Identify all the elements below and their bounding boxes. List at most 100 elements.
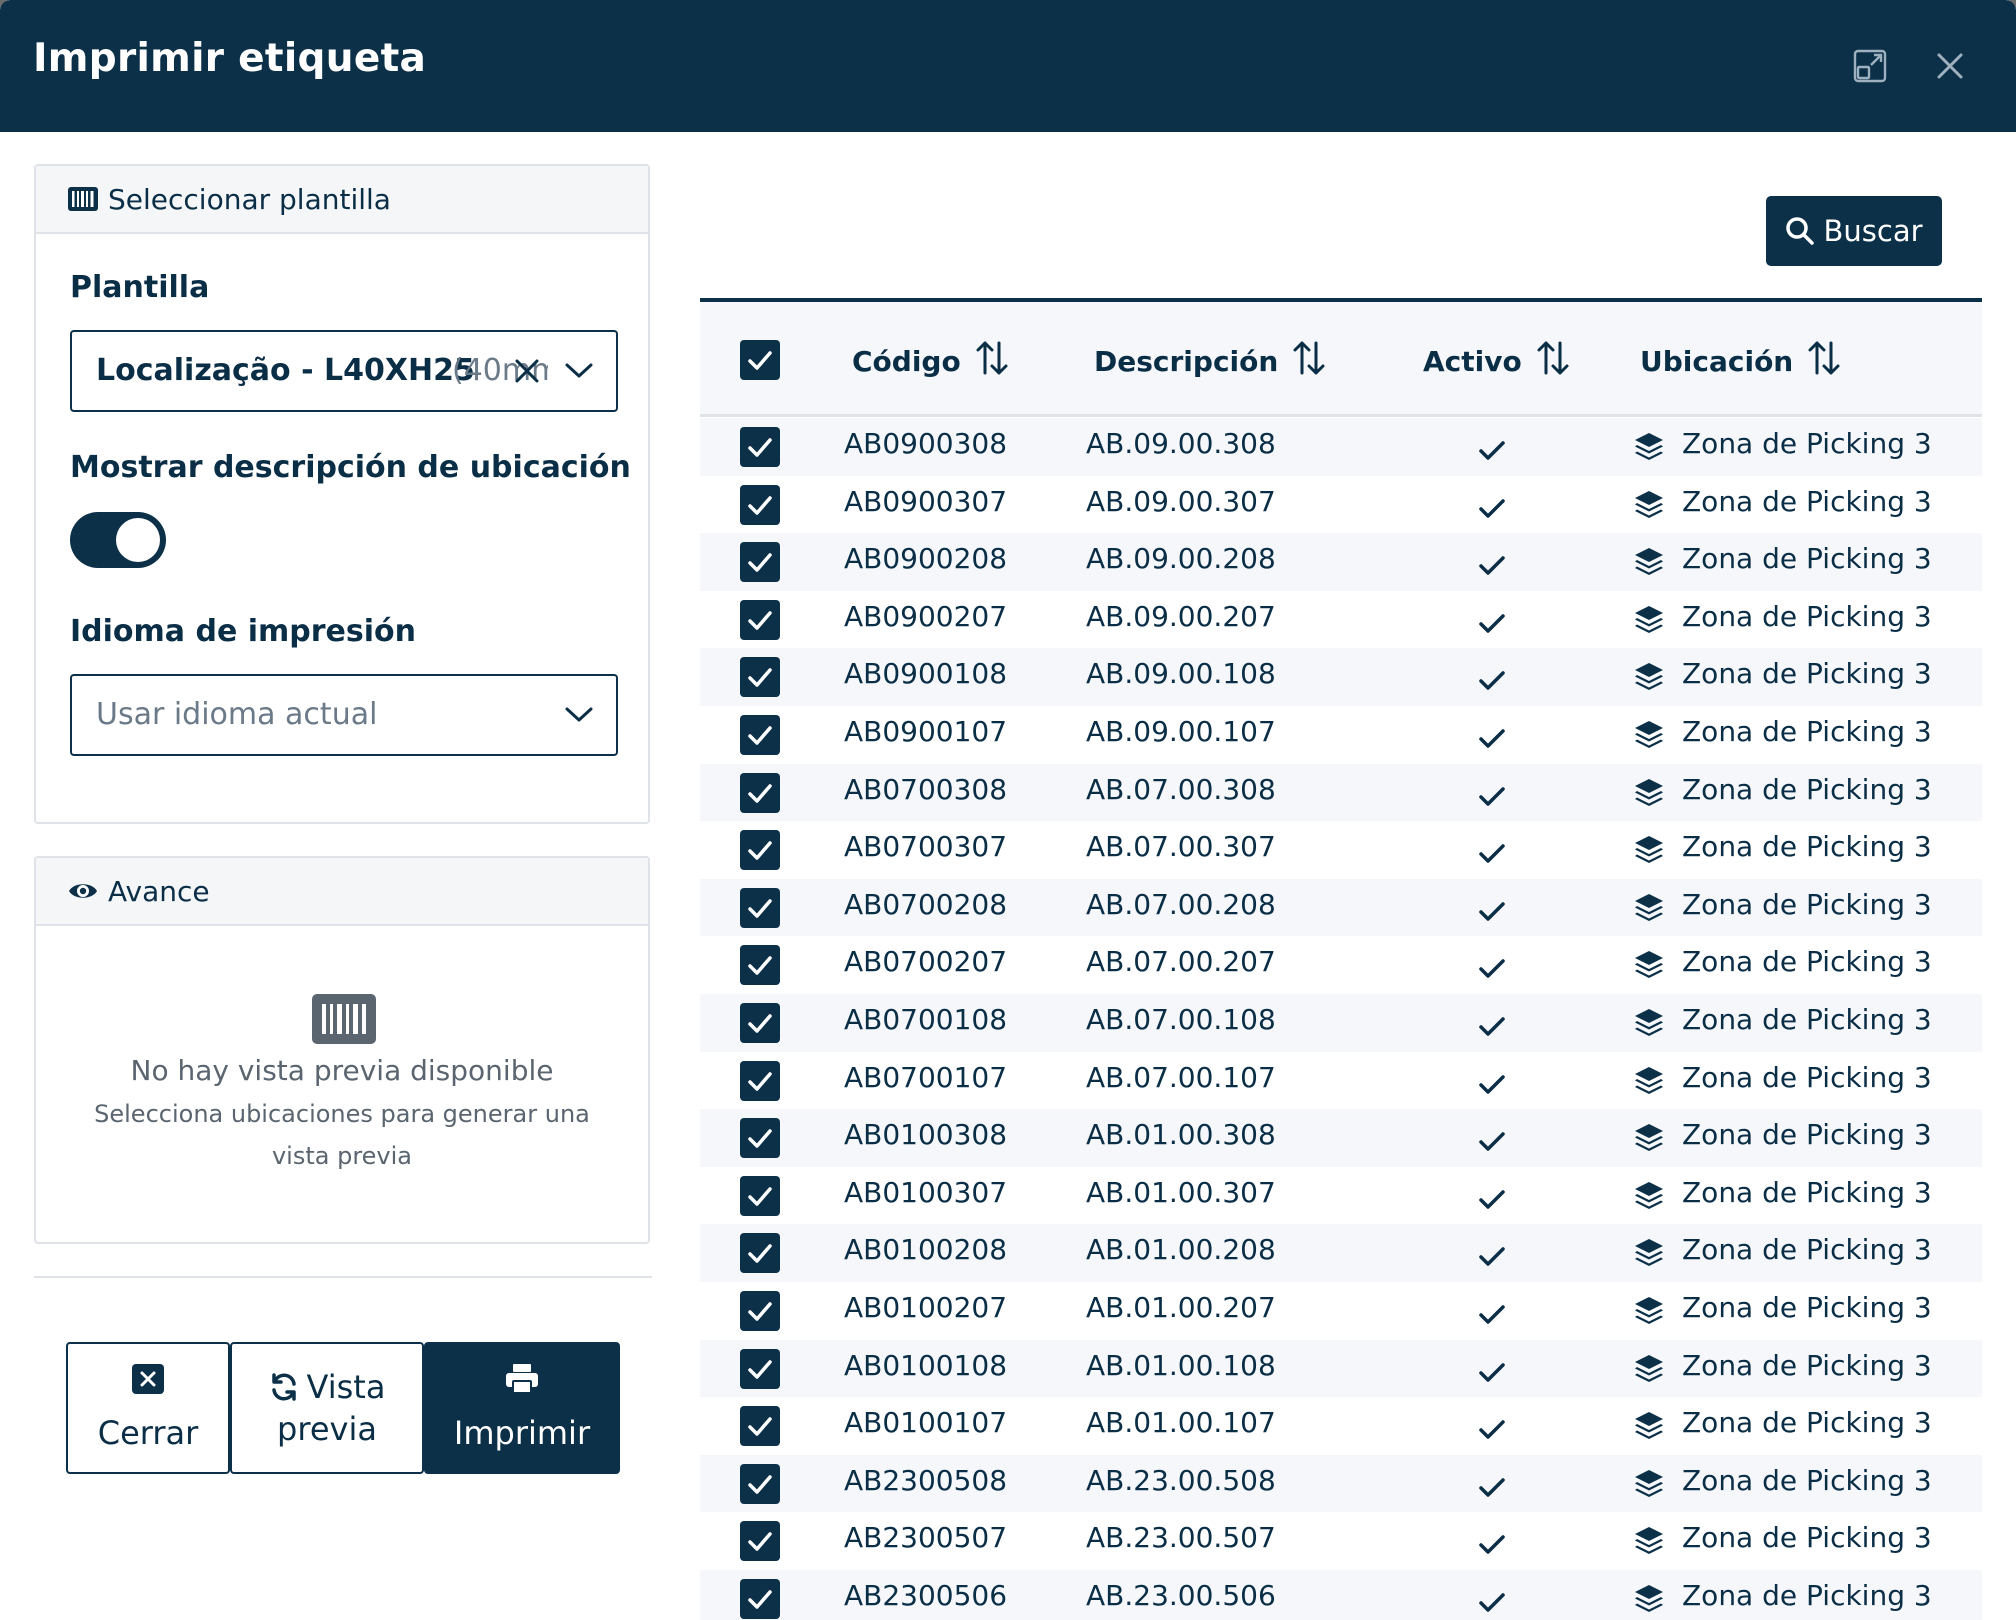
print-label-dialog: Imprimir etiqueta Seleccionar plantilla … — [0, 0, 2016, 1620]
row-checkbox[interactable] — [740, 657, 780, 698]
table-row[interactable]: AB0900308 AB.09.00.308 Zona de Picking 3 — [700, 418, 1982, 478]
check-icon — [1478, 1070, 1506, 1103]
cell-location: Zona de Picking 3 — [1682, 1118, 1932, 1152]
table-row[interactable]: AB0100107 AB.01.00.107 Zona de Picking 3 — [700, 1397, 1982, 1458]
cell-description: AB.09.00.107 — [1086, 715, 1276, 748]
row-checkbox[interactable] — [740, 542, 780, 583]
sort-icon[interactable] — [975, 340, 1009, 383]
layers-icon — [1634, 1123, 1664, 1158]
print-button[interactable]: Imprimir — [424, 1342, 620, 1474]
preview-button[interactable]: Vista previa — [230, 1342, 424, 1474]
eye-icon — [68, 879, 98, 903]
cell-code: AB0900107 — [844, 715, 1008, 748]
table-header: Código Descripción Activo Ubicación — [700, 302, 1982, 417]
cell-location: Zona de Picking 3 — [1682, 1579, 1932, 1612]
table-row[interactable]: AB0100308 AB.01.00.308 Zona de Picking 3 — [700, 1109, 1982, 1170]
cell-code: AB2300507 — [844, 1521, 1008, 1555]
column-header-location[interactable]: Ubicación — [1640, 340, 1841, 383]
row-checkbox[interactable] — [740, 1463, 780, 1504]
row-checkbox[interactable] — [740, 484, 780, 525]
table-row[interactable]: AB0100307 AB.01.00.307 Zona de Picking 3 — [700, 1166, 1982, 1227]
table-row[interactable]: AB0900207 AB.09.00.207 Zona de Picking 3 — [700, 590, 1982, 651]
show-description-toggle[interactable] — [70, 512, 166, 568]
check-icon — [1478, 1358, 1506, 1391]
table-row[interactable]: AB0100108 AB.01.00.108 Zona de Picking 3 — [700, 1339, 1982, 1400]
table-row[interactable]: AB0700308 AB.07.00.308 Zona de Picking 3 — [700, 763, 1982, 824]
table-row[interactable]: AB0100207 AB.01.00.207 Zona de Picking 3 — [700, 1282, 1982, 1342]
cell-location: Zona de Picking 3 — [1682, 484, 1932, 518]
row-checkbox[interactable] — [740, 1406, 780, 1447]
search-button[interactable]: Buscar — [1766, 196, 1942, 266]
row-checkbox[interactable] — [740, 599, 780, 640]
row-checkbox[interactable] — [740, 772, 780, 813]
table-row[interactable]: AB0900108 AB.09.00.108 Zona de Picking 3 — [700, 648, 1982, 709]
column-header-description[interactable]: Descripción — [1094, 340, 1326, 383]
column-header-code[interactable]: Código — [852, 340, 1009, 383]
sort-icon[interactable] — [1807, 340, 1841, 383]
table-row[interactable]: AB0900208 AB.09.00.208 Zona de Picking 3 — [700, 533, 1982, 594]
row-checkbox[interactable] — [740, 830, 780, 871]
cell-description: AB.01.00.108 — [1086, 1348, 1276, 1382]
locations-table: Código Descripción Activo Ubicación AB09… — [700, 298, 1982, 1620]
table-row[interactable]: AB0700207 AB.07.00.207 Zona de Picking 3 — [700, 936, 1982, 997]
row-checkbox[interactable] — [740, 1579, 780, 1619]
expand-icon[interactable] — [1848, 44, 1892, 88]
layers-icon — [1634, 1411, 1664, 1446]
cell-code: AB0900108 — [844, 657, 1008, 691]
table-row[interactable]: AB2300508 AB.23.00.508 Zona de Picking 3 — [700, 1454, 1982, 1515]
row-checkbox[interactable] — [740, 1118, 780, 1159]
table-row[interactable]: AB0700107 AB.07.00.107 Zona de Picking 3 — [700, 1051, 1982, 1112]
template-select[interactable]: Localização - L40XH25 (40mm — [70, 330, 618, 412]
table-row[interactable]: AB0700108 AB.07.00.108 Zona de Picking 3 — [700, 994, 1982, 1054]
preview-button-line2: previa — [277, 1410, 377, 1448]
chevron-down-icon[interactable] — [564, 704, 594, 728]
sort-icon[interactable] — [1292, 340, 1326, 383]
table-row[interactable]: AB2300507 AB.23.00.507 Zona de Picking 3 — [700, 1512, 1982, 1573]
cell-location: Zona de Picking 3 — [1682, 427, 1932, 460]
chevron-down-icon[interactable] — [564, 360, 594, 384]
language-label: Idioma de impresión — [70, 614, 417, 649]
close-button[interactable]: Cerrar — [66, 1342, 230, 1474]
row-checkbox[interactable] — [740, 1233, 780, 1274]
layers-icon — [1634, 1008, 1664, 1043]
cell-code: AB0700108 — [844, 1003, 1008, 1036]
search-icon — [1785, 216, 1823, 246]
table-row[interactable]: AB0100208 AB.01.00.208 Zona de Picking 3 — [700, 1224, 1982, 1285]
check-icon — [1478, 1415, 1506, 1448]
column-header-active[interactable]: Activo — [1423, 340, 1570, 383]
cell-code: AB0100308 — [844, 1118, 1008, 1152]
cell-code: AB2300508 — [844, 1463, 1008, 1497]
clear-icon[interactable] — [512, 356, 542, 390]
cell-description: AB.07.00.108 — [1086, 1003, 1276, 1036]
close-icon[interactable] — [1928, 44, 1972, 88]
table-row[interactable]: AB0700208 AB.07.00.208 Zona de Picking 3 — [700, 878, 1982, 939]
row-checkbox[interactable] — [740, 427, 780, 467]
row-checkbox[interactable] — [740, 1521, 780, 1562]
barcode-icon — [312, 994, 376, 1048]
close-square-icon — [132, 1362, 164, 1404]
row-checkbox[interactable] — [740, 1348, 780, 1389]
table-row[interactable]: AB0900307 AB.09.00.307 Zona de Picking 3 — [700, 475, 1982, 536]
layers-icon — [1634, 1296, 1664, 1331]
row-checkbox[interactable] — [740, 1291, 780, 1331]
row-checkbox[interactable] — [740, 945, 780, 986]
row-checkbox[interactable] — [740, 1060, 780, 1101]
row-checkbox[interactable] — [740, 887, 780, 928]
row-checkbox[interactable] — [740, 1003, 780, 1043]
table-row[interactable]: AB0900107 AB.09.00.107 Zona de Picking 3 — [700, 706, 1982, 766]
sort-icon[interactable] — [1536, 340, 1570, 383]
row-checkbox[interactable] — [740, 715, 780, 755]
layers-icon — [1634, 950, 1664, 985]
printer-icon — [505, 1362, 539, 1404]
cell-description: AB.09.00.308 — [1086, 427, 1276, 460]
cell-location: Zona de Picking 3 — [1682, 542, 1932, 576]
check-icon — [1478, 724, 1506, 757]
table-row[interactable]: AB2300506 AB.23.00.506 Zona de Picking 3 — [700, 1570, 1982, 1620]
cell-location: Zona de Picking 3 — [1682, 830, 1932, 864]
table-row[interactable]: AB0700307 AB.07.00.307 Zona de Picking 3 — [700, 821, 1982, 882]
cell-location: Zona de Picking 3 — [1682, 1060, 1932, 1094]
language-select[interactable]: Usar idioma actual — [70, 674, 618, 756]
cell-description: AB.01.00.208 — [1086, 1233, 1276, 1267]
select-all-checkbox[interactable] — [740, 340, 780, 380]
row-checkbox[interactable] — [740, 1175, 780, 1216]
